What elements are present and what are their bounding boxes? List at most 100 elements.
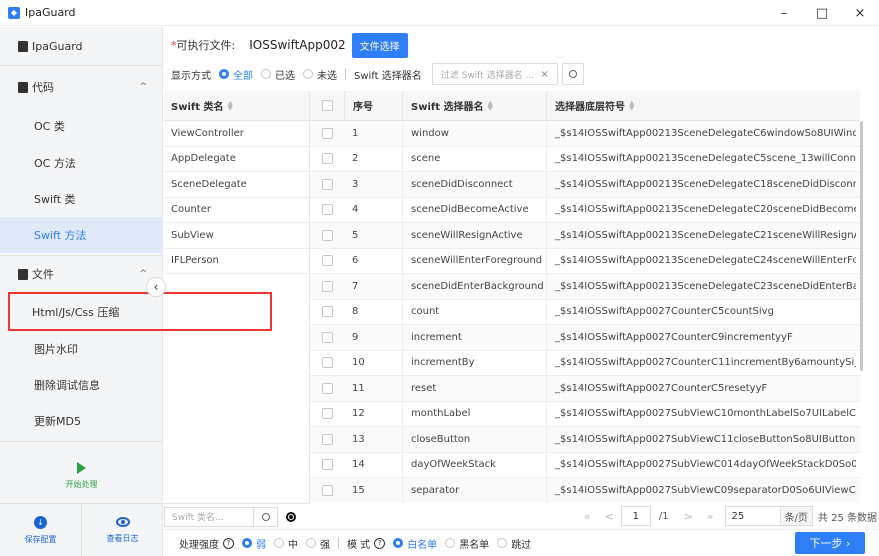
first-page-button[interactable]: «: [584, 510, 591, 523]
selector-search-button[interactable]: [561, 63, 584, 85]
table-row[interactable]: 9 increment _$s14IOSSwiftApp0027CounterC9i…: [310, 325, 860, 351]
class-table-header[interactable]: Swift 类名 ▲ ▼: [164, 91, 309, 121]
select-file-button[interactable]: 文件选择: [351, 32, 408, 58]
table-row[interactable]: 10 incrementBy _$s14IOSSwiftApp0027Counter…: [310, 350, 860, 376]
view-log-button[interactable]: 查看日志: [81, 504, 163, 556]
row-checkbox[interactable]: [321, 280, 333, 292]
table-row[interactable]: ViewController: [164, 121, 309, 147]
next-step-button[interactable]: 下一步 ›: [795, 532, 865, 554]
row-checkbox[interactable]: [321, 255, 333, 267]
locate-icon[interactable]: [286, 511, 296, 522]
page-size-input[interactable]: 25: [724, 506, 781, 526]
sidebar-item-oc-method[interactable]: OC 方法: [0, 144, 163, 181]
close-button[interactable]: ×: [841, 0, 879, 26]
table-row[interactable]: 6 sceneWillEnterForeground _$s14IOSSwiftAp…: [310, 248, 860, 274]
radio-unselected-label[interactable]: 未选: [317, 67, 337, 82]
sort-icon[interactable]: ▲ ▼: [227, 99, 232, 111]
sidebar-group-label: 文件: [32, 268, 54, 281]
header-symbol[interactable]: 选择器底层符号 ▲ ▼: [546, 91, 856, 120]
scrollbar-thumb[interactable]: [860, 121, 863, 371]
radio-mode-skip[interactable]: [497, 538, 508, 548]
sort-icon[interactable]: ▲ ▼: [487, 99, 492, 111]
next-page-button[interactable]: >: [684, 510, 693, 523]
radio-strength-strong[interactable]: [306, 538, 316, 548]
sidebar-item-remove-debug[interactable]: 删除调试信息: [0, 367, 163, 403]
row-checkbox[interactable]: [321, 459, 333, 471]
radio-mode-whitelist[interactable]: [393, 538, 404, 548]
radio-all[interactable]: [219, 69, 229, 79]
table-row[interactable]: AppDelegate: [164, 147, 309, 172]
row-checkbox[interactable]: [321, 229, 333, 241]
table-row[interactable]: 8 count _$s14IOSSwiftApp0027CounterC5count…: [310, 299, 860, 325]
sidebar-item-ipaguard[interactable]: IpaGuard: [0, 27, 163, 65]
save-config-button[interactable]: ↓ 保存配置: [0, 504, 81, 556]
table-row[interactable]: SubView: [164, 223, 309, 249]
table-row[interactable]: 7 sceneDidEnterBackground _$s14IOSSwiftApp…: [310, 274, 860, 300]
row-checkbox[interactable]: [321, 484, 333, 496]
radio-strength-weak-label[interactable]: 弱: [256, 536, 266, 551]
radio-mode-whitelist-label[interactable]: 白名单: [407, 536, 437, 551]
clear-icon[interactable]: ×: [540, 69, 548, 80]
table-row[interactable]: 4 sceneDidBecomeActive _$s14IOSSwiftApp002…: [310, 197, 860, 223]
radio-unselected[interactable]: [303, 69, 313, 79]
page-size-unit: 条/页: [780, 506, 813, 526]
sidebar-group-file[interactable]: 文件 ^: [0, 257, 163, 291]
radio-strength-medium[interactable]: [274, 538, 284, 548]
row-checkbox[interactable]: [321, 127, 333, 139]
table-row[interactable]: 11 reset _$s14IOSSwiftApp0027CounterC5rese…: [310, 376, 860, 402]
table-row[interactable]: 13 closeButton _$s14IOSSwiftApp0027SubView…: [310, 427, 860, 453]
radio-all-label[interactable]: 全部: [233, 67, 253, 82]
radio-selected[interactable]: [261, 69, 271, 79]
row-checkbox[interactable]: [321, 408, 333, 420]
sidebar-item-swift-class[interactable]: Swift 类: [0, 181, 163, 217]
table-row[interactable]: Counter: [164, 198, 309, 223]
help-icon[interactable]: ?: [223, 537, 234, 549]
row-checkbox[interactable]: [321, 331, 333, 343]
sidebar-item-image-watermark[interactable]: 图片水印: [0, 331, 163, 367]
row-checkbox[interactable]: [321, 204, 333, 216]
select-all-checkbox[interactable]: [321, 100, 333, 111]
maximize-button[interactable]: □: [803, 0, 841, 26]
row-checkbox[interactable]: [321, 357, 333, 369]
radio-selected-label[interactable]: 已选: [275, 67, 295, 82]
row-checkbox[interactable]: [321, 382, 333, 394]
sort-icon[interactable]: ▲ ▼: [629, 99, 634, 111]
radio-strength-medium-label[interactable]: 中: [288, 536, 298, 551]
sidebar-item-swift-method[interactable]: Swift 方法: [0, 217, 163, 253]
sidebar-item-oc-class[interactable]: OC 类: [0, 107, 163, 144]
header-selector-name[interactable]: Swift 选择器名 ▲ ▼: [402, 91, 546, 120]
row-checkbox[interactable]: [321, 433, 333, 445]
table-row[interactable]: 12 monthLabel _$s14IOSSwiftApp0027SubViewC…: [310, 401, 860, 427]
sidebar-item-update-md5[interactable]: 更新MD5: [0, 403, 163, 439]
row-checkbox[interactable]: [321, 178, 333, 190]
executable-label: 可执行文件:: [176, 39, 236, 52]
row-checkbox[interactable]: [321, 153, 333, 165]
radio-mode-skip-label[interactable]: 跳过: [511, 536, 531, 551]
page-input[interactable]: 1: [620, 506, 651, 526]
row-symbol: _$s14IOSSwiftApp0027SubViewC11closeButto…: [546, 427, 856, 452]
radio-strength-strong-label[interactable]: 强: [320, 536, 330, 551]
table-row[interactable]: 14 dayOfWeekStack _$s14IOSSwiftApp0027SubV…: [310, 452, 860, 478]
table-row[interactable]: 2 scene _$s14IOSSwiftApp00213SceneDelegate…: [310, 146, 860, 172]
radio-strength-weak[interactable]: [242, 538, 252, 548]
radio-mode-blacklist-label[interactable]: 黑名单: [459, 536, 489, 551]
radio-mode-blacklist[interactable]: [445, 538, 456, 548]
last-page-button[interactable]: »: [707, 510, 714, 523]
table-row[interactable]: 5 sceneWillResignActive _$s14IOSSwiftApp00…: [310, 223, 860, 249]
table-scrollbar[interactable]: [860, 91, 864, 503]
table-row[interactable]: SceneDelegate: [164, 172, 309, 198]
table-row[interactable]: IFLPerson: [164, 249, 309, 274]
class-search-input[interactable]: Swift 类名...: [164, 506, 254, 527]
selector-filter-input[interactable]: 过滤 Swift 选择器名 ... ×: [431, 63, 558, 85]
minimize-button[interactable]: –: [765, 0, 803, 26]
collapse-sidebar-button[interactable]: ‹: [146, 277, 166, 297]
sidebar-group-code[interactable]: 代码 ^: [0, 67, 163, 107]
start-process-button[interactable]: 开始处理: [0, 453, 163, 499]
row-checkbox[interactable]: [321, 306, 333, 318]
class-search-button[interactable]: [254, 506, 278, 527]
table-row[interactable]: 1 window _$s14IOSSwiftApp00213SceneDelegat…: [310, 121, 860, 147]
table-row[interactable]: 3 sceneDidDisconnect _$s14IOSSwiftApp00213…: [310, 172, 860, 198]
prev-page-button[interactable]: <: [605, 510, 614, 523]
table-row[interactable]: 15 separator _$s14IOSSwiftApp0027SubViewC0…: [310, 478, 860, 503]
help-icon[interactable]: ?: [374, 537, 386, 549]
